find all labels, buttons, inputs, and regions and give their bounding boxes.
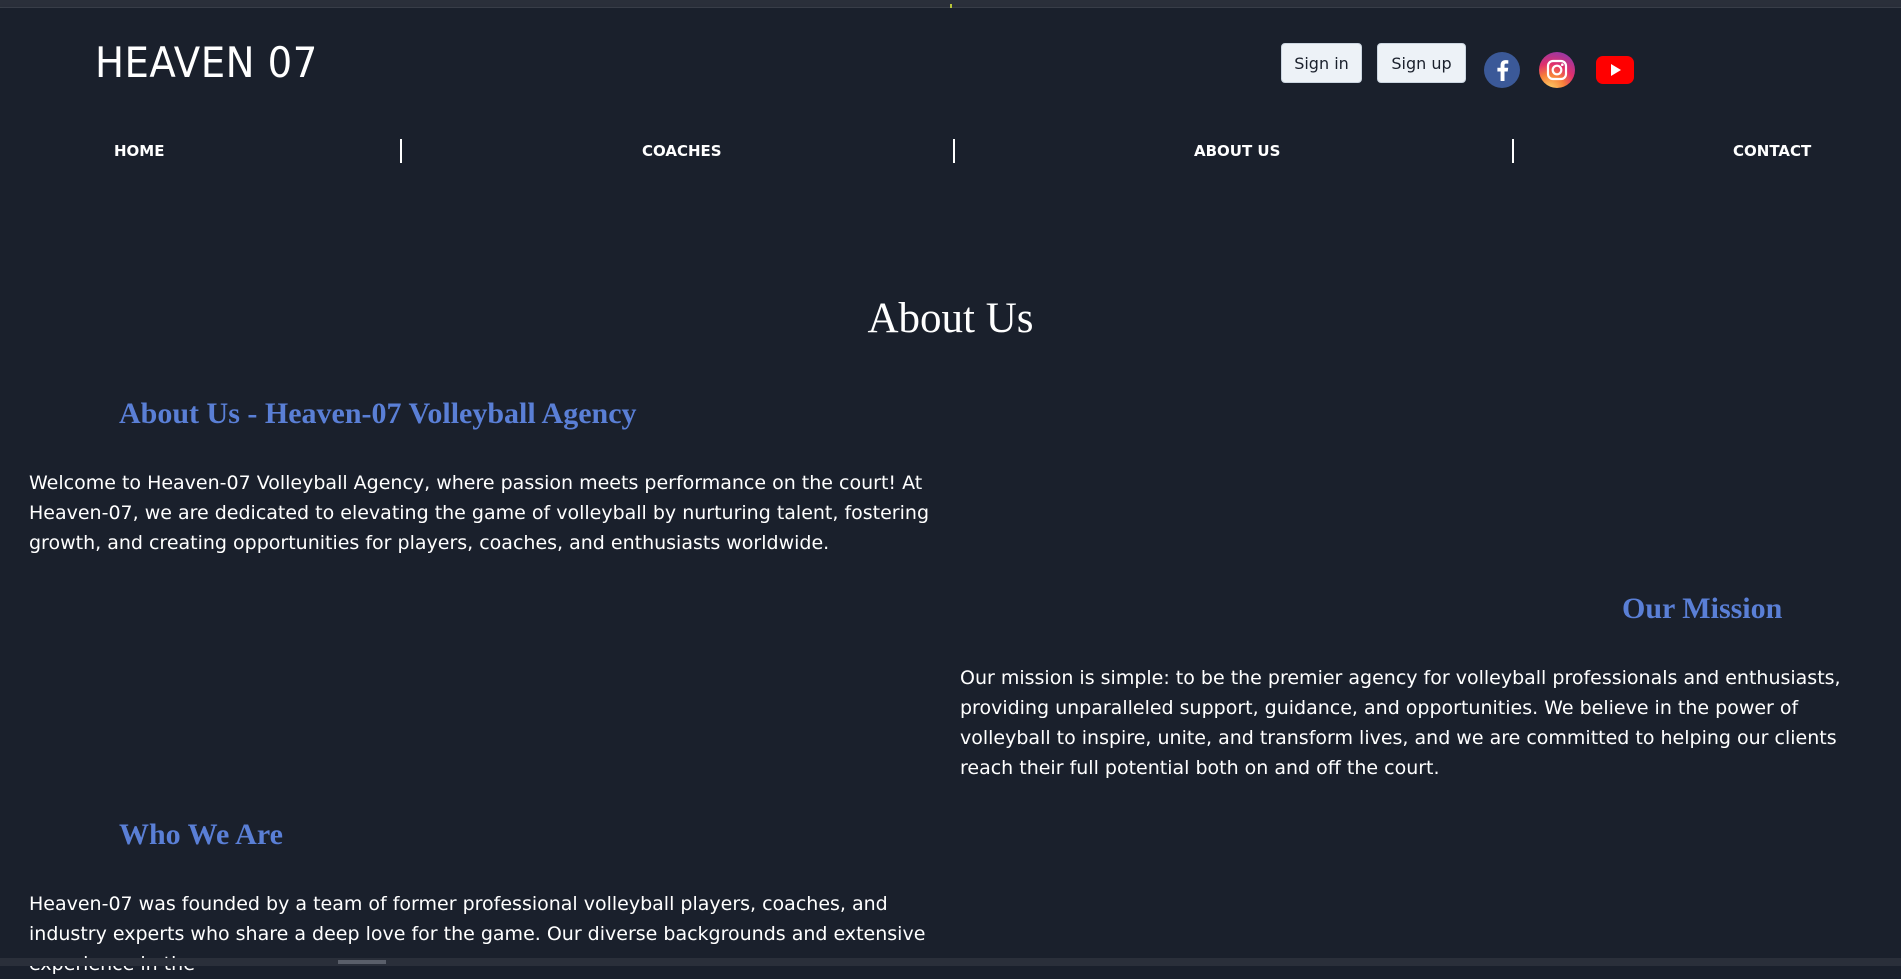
main-navigation: HOME COACHES ABOUT US CONTACT: [0, 138, 1901, 164]
sign-in-button[interactable]: Sign in: [1281, 43, 1362, 83]
youtube-icon[interactable]: [1596, 56, 1634, 84]
nav-divider: [953, 139, 955, 163]
facebook-icon[interactable]: [1484, 52, 1520, 88]
scrollbar-thumb[interactable]: [338, 960, 386, 964]
nav-contact[interactable]: CONTACT: [1733, 138, 1811, 164]
horizontal-scrollbar[interactable]: [0, 958, 1901, 966]
about-agency-text: Welcome to Heaven-07 Volleyball Agency, …: [29, 472, 930, 554]
instagram-icon[interactable]: [1539, 52, 1575, 88]
main-content: About Us About Us - Heaven-07 Volleyball…: [0, 200, 1901, 975]
site-logo[interactable]: HEAVEN 07: [95, 38, 318, 87]
page-title: About Us: [867, 295, 1034, 342]
who-we-are-heading: Who We Are: [119, 818, 283, 851]
nav-divider: [1512, 139, 1514, 163]
site-header: HEAVEN 07 Sign in Sign up HOME COACHES A…: [0, 8, 1901, 200]
mission-text: Our mission is simple: to be the premier…: [960, 667, 1841, 779]
nav-coaches[interactable]: COACHES: [642, 138, 722, 164]
mission-heading: Our Mission: [1622, 592, 1783, 625]
nav-divider: [400, 139, 402, 163]
about-agency-heading: About Us - Heaven-07 Volleyball Agency: [119, 397, 637, 430]
nav-home[interactable]: HOME: [114, 138, 164, 164]
nav-about-us[interactable]: ABOUT US: [1194, 138, 1280, 164]
window-top-bar: [0, 0, 1901, 10]
sign-up-button[interactable]: Sign up: [1377, 43, 1466, 83]
